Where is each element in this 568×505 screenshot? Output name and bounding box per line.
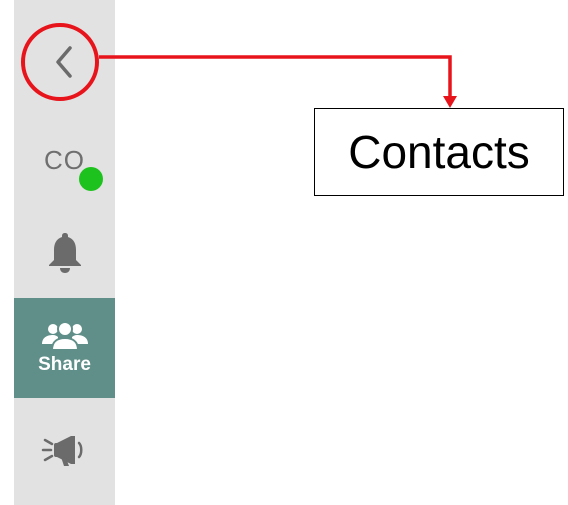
contacts-callout: Contacts	[314, 108, 564, 196]
arrow-head-icon	[443, 96, 457, 108]
annotation-connector	[99, 55, 457, 108]
